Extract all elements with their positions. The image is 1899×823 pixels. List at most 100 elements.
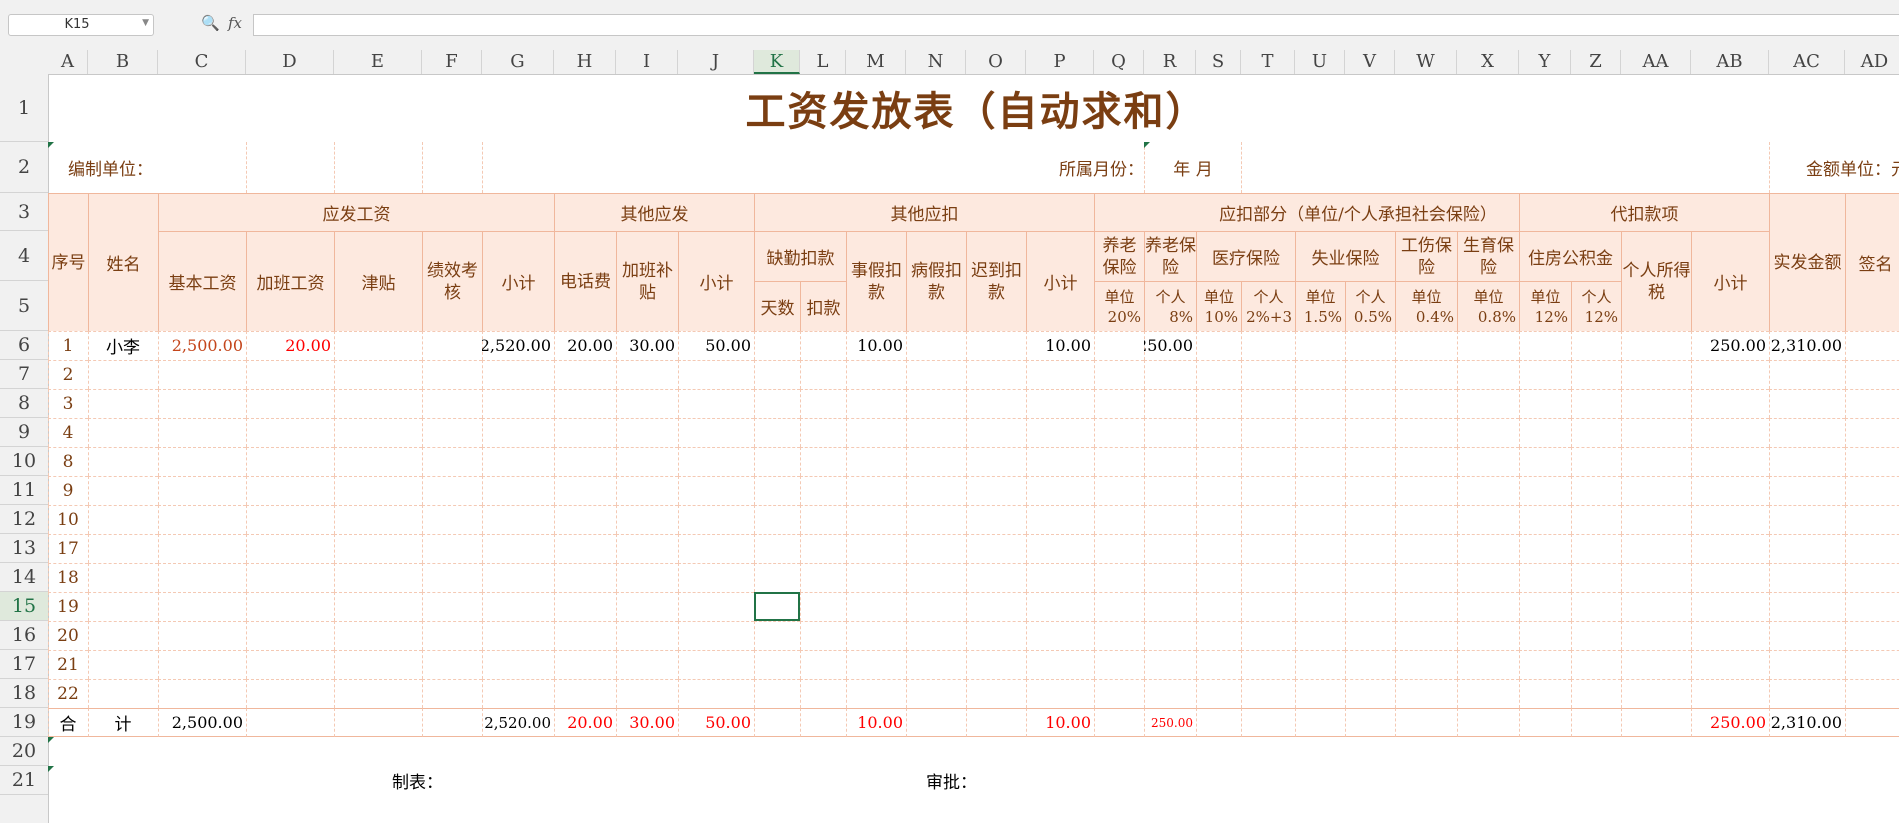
grid-cell[interactable] (800, 505, 846, 534)
grid-cell[interactable] (678, 621, 754, 650)
grid-cell[interactable] (246, 389, 334, 418)
grid-cell[interactable] (246, 534, 334, 563)
grid-cell[interactable] (1691, 505, 1769, 534)
grid-cell[interactable] (88, 534, 158, 563)
grid-cell[interactable] (1026, 650, 1094, 679)
grid-cell[interactable] (754, 563, 800, 592)
grid-cell[interactable] (1621, 360, 1691, 389)
grid-cell[interactable] (422, 621, 482, 650)
grid-cell[interactable] (966, 331, 1026, 360)
column-header-b[interactable]: B (88, 50, 158, 74)
grid-cell[interactable] (1295, 679, 1345, 708)
grid-cell[interactable] (1769, 534, 1845, 563)
grid-cell[interactable] (1571, 563, 1621, 592)
grid-cell[interactable] (1094, 708, 1144, 737)
fx-icon[interactable]: fx (228, 14, 242, 32)
grid-cell[interactable] (1295, 360, 1345, 389)
column-header-y[interactable]: Y (1519, 50, 1571, 74)
row-header-21[interactable]: 21 (0, 766, 48, 795)
grid-cell[interactable] (1621, 418, 1691, 447)
grid-cell[interactable] (1144, 476, 1196, 505)
row-header-10[interactable]: 10 (0, 447, 48, 476)
grid-cell[interactable] (846, 360, 906, 389)
grid-cell[interactable] (1094, 360, 1144, 389)
grid-cell[interactable] (554, 505, 616, 534)
grid-cell[interactable] (422, 679, 482, 708)
grid-cell[interactable] (88, 360, 158, 389)
column-header-k[interactable]: K (754, 50, 800, 74)
grid-cell[interactable] (422, 389, 482, 418)
grid-cell[interactable] (1196, 331, 1241, 360)
grid-cell[interactable] (422, 563, 482, 592)
grid-cell[interactable] (616, 360, 678, 389)
grid-cell[interactable] (678, 505, 754, 534)
grid-cell[interactable] (616, 534, 678, 563)
grid-cell[interactable] (966, 679, 1026, 708)
grid-cell[interactable] (616, 418, 678, 447)
grid-cell[interactable] (800, 534, 846, 563)
grid-cell[interactable] (1621, 447, 1691, 476)
column-header-ad[interactable]: AD (1845, 50, 1899, 74)
grid-cell[interactable] (1457, 679, 1519, 708)
zoom-icon[interactable]: 🔍 (201, 14, 220, 32)
grid-cell[interactable] (966, 650, 1026, 679)
grid-cell[interactable] (246, 650, 334, 679)
grid-cell[interactable] (846, 476, 906, 505)
grid-cell[interactable] (1621, 563, 1691, 592)
grid-cell[interactable] (1691, 418, 1769, 447)
grid-cell[interactable] (846, 447, 906, 476)
grid-cell[interactable] (678, 447, 754, 476)
grid-cell[interactable] (1395, 418, 1457, 447)
column-header-v[interactable]: V (1345, 50, 1395, 74)
grid-cell[interactable] (800, 331, 846, 360)
row-header-20[interactable]: 20 (0, 737, 48, 766)
grid-cell[interactable] (1519, 650, 1571, 679)
grid-cell[interactable] (334, 621, 422, 650)
grid-cell[interactable] (678, 418, 754, 447)
grid-cell[interactable] (1026, 505, 1094, 534)
grid-cell[interactable] (422, 331, 482, 360)
grid-cell[interactable] (906, 418, 966, 447)
row-header-3[interactable]: 3 (0, 193, 48, 231)
column-header-l[interactable]: L (800, 50, 846, 74)
grid-cell[interactable] (1295, 418, 1345, 447)
grid-cell[interactable] (1026, 418, 1094, 447)
row-header-12[interactable]: 12 (0, 505, 48, 534)
grid-cell[interactable] (1395, 360, 1457, 389)
grid-cell[interactable] (906, 708, 966, 737)
grid-cell[interactable] (1026, 621, 1094, 650)
grid-cell[interactable] (1457, 418, 1519, 447)
grid-cell[interactable] (246, 708, 334, 737)
grid-cell[interactable] (1094, 534, 1144, 563)
grid-cell[interactable] (1196, 650, 1241, 679)
row-header-6[interactable]: 6 (0, 331, 48, 360)
grid-cell[interactable] (754, 447, 800, 476)
grid-cell[interactable] (1144, 592, 1196, 621)
grid-cell[interactable] (422, 418, 482, 447)
grid-cell[interactable] (1621, 650, 1691, 679)
grid-cell[interactable] (1345, 563, 1395, 592)
grid-cell[interactable] (1295, 331, 1345, 360)
grid-cell[interactable] (1295, 650, 1345, 679)
grid-cell[interactable] (754, 418, 800, 447)
grid-cell[interactable] (846, 563, 906, 592)
grid-cell[interactable] (1571, 708, 1621, 737)
grid-cell[interactable] (158, 621, 246, 650)
grid-cell[interactable] (1457, 476, 1519, 505)
row-header-2[interactable]: 2 (0, 142, 48, 193)
grid-cell[interactable] (1345, 447, 1395, 476)
grid-cell[interactable] (1845, 592, 1899, 621)
grid-cell[interactable] (88, 563, 158, 592)
grid-cell[interactable] (1241, 708, 1295, 737)
grid-cell[interactable] (678, 534, 754, 563)
grid-cell[interactable] (1345, 505, 1395, 534)
grid-cell[interactable] (1519, 592, 1571, 621)
grid-cell[interactable] (846, 650, 906, 679)
grid-cell[interactable] (1571, 418, 1621, 447)
grid-cell[interactable] (1519, 476, 1571, 505)
grid-cell[interactable] (1769, 650, 1845, 679)
grid-cell[interactable] (1845, 679, 1899, 708)
grid-cell[interactable] (1196, 447, 1241, 476)
grid-cell[interactable] (1295, 389, 1345, 418)
grid-cell[interactable] (1395, 331, 1457, 360)
